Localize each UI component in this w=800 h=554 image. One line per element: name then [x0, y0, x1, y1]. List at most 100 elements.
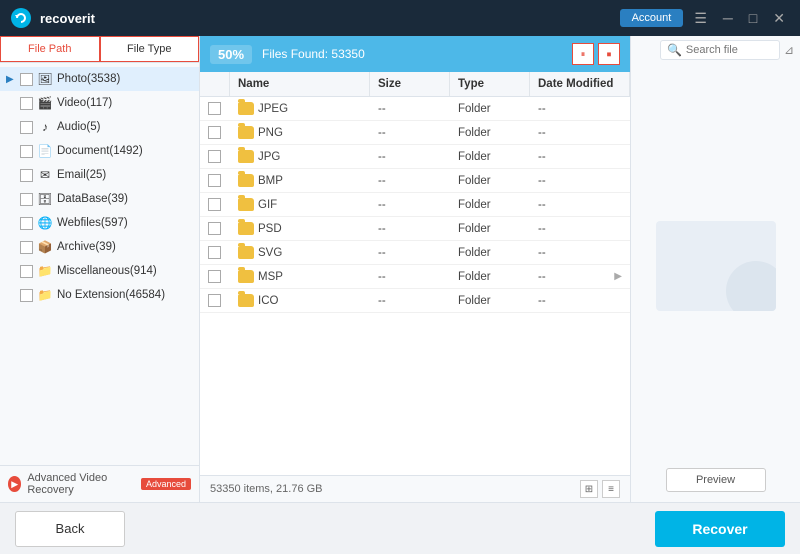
table-row[interactable]: BMP -- Folder --	[200, 169, 630, 193]
tree-label-document: Document(1492)	[57, 145, 193, 157]
folder-icon-3	[238, 174, 254, 187]
row-checkbox-5[interactable]	[208, 222, 221, 235]
row-checkbox-0[interactable]	[208, 102, 221, 115]
tree-checkbox-audio[interactable]	[20, 121, 33, 134]
row-checkbox-cell-1[interactable]	[200, 121, 230, 144]
tree-checkbox-email[interactable]	[20, 169, 33, 182]
sidebar-item-document[interactable]: 📄 Document(1492)	[0, 139, 199, 163]
row-type-2: Folder	[450, 145, 530, 168]
scan-controls: ⏸ ⏹	[572, 43, 620, 65]
row-size-4: --	[370, 193, 450, 216]
tree-checkbox-miscellaneous[interactable]	[20, 265, 33, 278]
tree-checkbox-video[interactable]	[20, 97, 33, 110]
tree-checkbox-database[interactable]	[20, 193, 33, 206]
row-checkbox-cell-2[interactable]	[200, 145, 230, 168]
tab-filetype[interactable]: File Type	[100, 36, 200, 62]
row-checkbox-2[interactable]	[208, 150, 221, 163]
sidebar-item-database[interactable]: 🗄 DataBase(39)	[0, 187, 199, 211]
sidebar-item-miscellaneous[interactable]: 📁 Miscellaneous(914)	[0, 259, 199, 283]
row-checkbox-4[interactable]	[208, 198, 221, 211]
menu-button[interactable]: ☰	[689, 9, 712, 27]
table-row[interactable]: PSD -- Folder --	[200, 217, 630, 241]
tree-checkbox-document[interactable]	[20, 145, 33, 158]
row-size-5: --	[370, 217, 450, 240]
advanced-video-label: Advanced Video Recovery	[27, 472, 135, 496]
sidebar-item-photo[interactable]: ▶ 🖼 Photo(3538)	[0, 67, 199, 91]
back-button[interactable]: Back	[15, 511, 125, 547]
table-row[interactable]: GIF -- Folder --	[200, 193, 630, 217]
folder-icon-5	[238, 222, 254, 235]
table-row[interactable]: MSP -- Folder -- ▶	[200, 265, 630, 289]
row-checkbox-6[interactable]	[208, 246, 221, 259]
table-row[interactable]: JPEG -- Folder --	[200, 97, 630, 121]
table-row[interactable]: ICO -- Folder --	[200, 289, 630, 313]
preview-panel: 🔍 ⊿ Preview	[630, 36, 800, 502]
table-header-col-1: Name	[230, 72, 370, 96]
tree-checkbox-webfiles[interactable]	[20, 217, 33, 230]
folder-icon-8	[238, 294, 254, 307]
scroll-right-icon: ▶	[614, 271, 622, 282]
grid-view-button[interactable]: ⊞	[580, 480, 598, 498]
row-date-7: -- ▶	[530, 265, 630, 288]
minimize-button[interactable]: ─	[718, 9, 738, 27]
sidebar-item-noextension[interactable]: 📁 No Extension(46584)	[0, 283, 199, 307]
row-checkbox-cell-0[interactable]	[200, 97, 230, 120]
row-checkbox-8[interactable]	[208, 294, 221, 307]
app-title: recoverit	[40, 11, 95, 26]
row-checkbox-cell-5[interactable]	[200, 217, 230, 240]
sidebar-item-archive[interactable]: 📦 Archive(39)	[0, 235, 199, 259]
restore-button[interactable]: □	[744, 9, 762, 27]
tree-checkbox-noextension[interactable]	[20, 289, 33, 302]
sidebar-bottom: ▶ Advanced Video Recovery Advanced	[0, 465, 199, 502]
items-info: 53350 items, 21.76 GB	[210, 483, 323, 495]
stop-button[interactable]: ⏹	[598, 43, 620, 65]
row-name-label-1: PNG	[258, 127, 283, 139]
sidebar-item-webfiles[interactable]: 🌐 Webfiles(597)	[0, 211, 199, 235]
search-input[interactable]	[686, 44, 776, 56]
folder-icon-0	[238, 102, 254, 115]
list-view-button[interactable]: ≡	[602, 480, 620, 498]
row-date-8: --	[530, 289, 630, 312]
row-size-3: --	[370, 169, 450, 192]
tree-label-miscellaneous: Miscellaneous(914)	[57, 265, 193, 277]
search-icon: 🔍	[667, 43, 682, 57]
row-checkbox-cell-6[interactable]	[200, 241, 230, 264]
row-checkbox-cell-4[interactable]	[200, 193, 230, 216]
titlebar-controls: Account ☰ ─ □ ✕	[620, 9, 790, 27]
search-box[interactable]: 🔍	[660, 40, 780, 60]
folder-icon-1	[238, 126, 254, 139]
row-name-8: ICO	[230, 289, 370, 312]
tree-label-photo: Photo(3538)	[57, 73, 193, 85]
tree-label-archive: Archive(39)	[57, 241, 193, 253]
scan-percent: 50%	[210, 45, 252, 64]
table-row[interactable]: SVG -- Folder --	[200, 241, 630, 265]
row-checkbox-7[interactable]	[208, 270, 221, 283]
close-button[interactable]: ✕	[768, 9, 790, 27]
sidebar-item-email[interactable]: ✉ Email(25)	[0, 163, 199, 187]
pause-button[interactable]: ⏸	[572, 43, 594, 65]
row-checkbox-1[interactable]	[208, 126, 221, 139]
row-type-3: Folder	[450, 169, 530, 192]
row-date-4: --	[530, 193, 630, 216]
sidebar-item-video[interactable]: 🎬 Video(117)	[0, 91, 199, 115]
advanced-video-recovery[interactable]: ▶ Advanced Video Recovery Advanced	[8, 472, 191, 496]
filter-icon[interactable]: ⊿	[784, 43, 794, 57]
row-checkbox-3[interactable]	[208, 174, 221, 187]
row-checkbox-cell-7[interactable]	[200, 265, 230, 288]
sidebar-item-audio[interactable]: ♪ Audio(5)	[0, 115, 199, 139]
recover-button[interactable]: Recover	[655, 511, 785, 547]
table-row[interactable]: JPG -- Folder --	[200, 145, 630, 169]
tree-label-webfiles: Webfiles(597)	[57, 217, 193, 229]
account-button[interactable]: Account	[620, 9, 684, 27]
tab-filepath[interactable]: File Path	[0, 36, 100, 62]
tree-checkbox-archive[interactable]	[20, 241, 33, 254]
tree-checkbox-photo[interactable]	[20, 73, 33, 86]
row-type-7: Folder	[450, 265, 530, 288]
row-checkbox-cell-8[interactable]	[200, 289, 230, 312]
row-checkbox-cell-3[interactable]	[200, 169, 230, 192]
row-date-3: --	[530, 169, 630, 192]
table-row[interactable]: PNG -- Folder --	[200, 121, 630, 145]
preview-image-area	[631, 64, 800, 468]
titlebar: recoverit Account ☰ ─ □ ✕	[0, 0, 800, 36]
preview-button[interactable]: Preview	[666, 468, 766, 492]
